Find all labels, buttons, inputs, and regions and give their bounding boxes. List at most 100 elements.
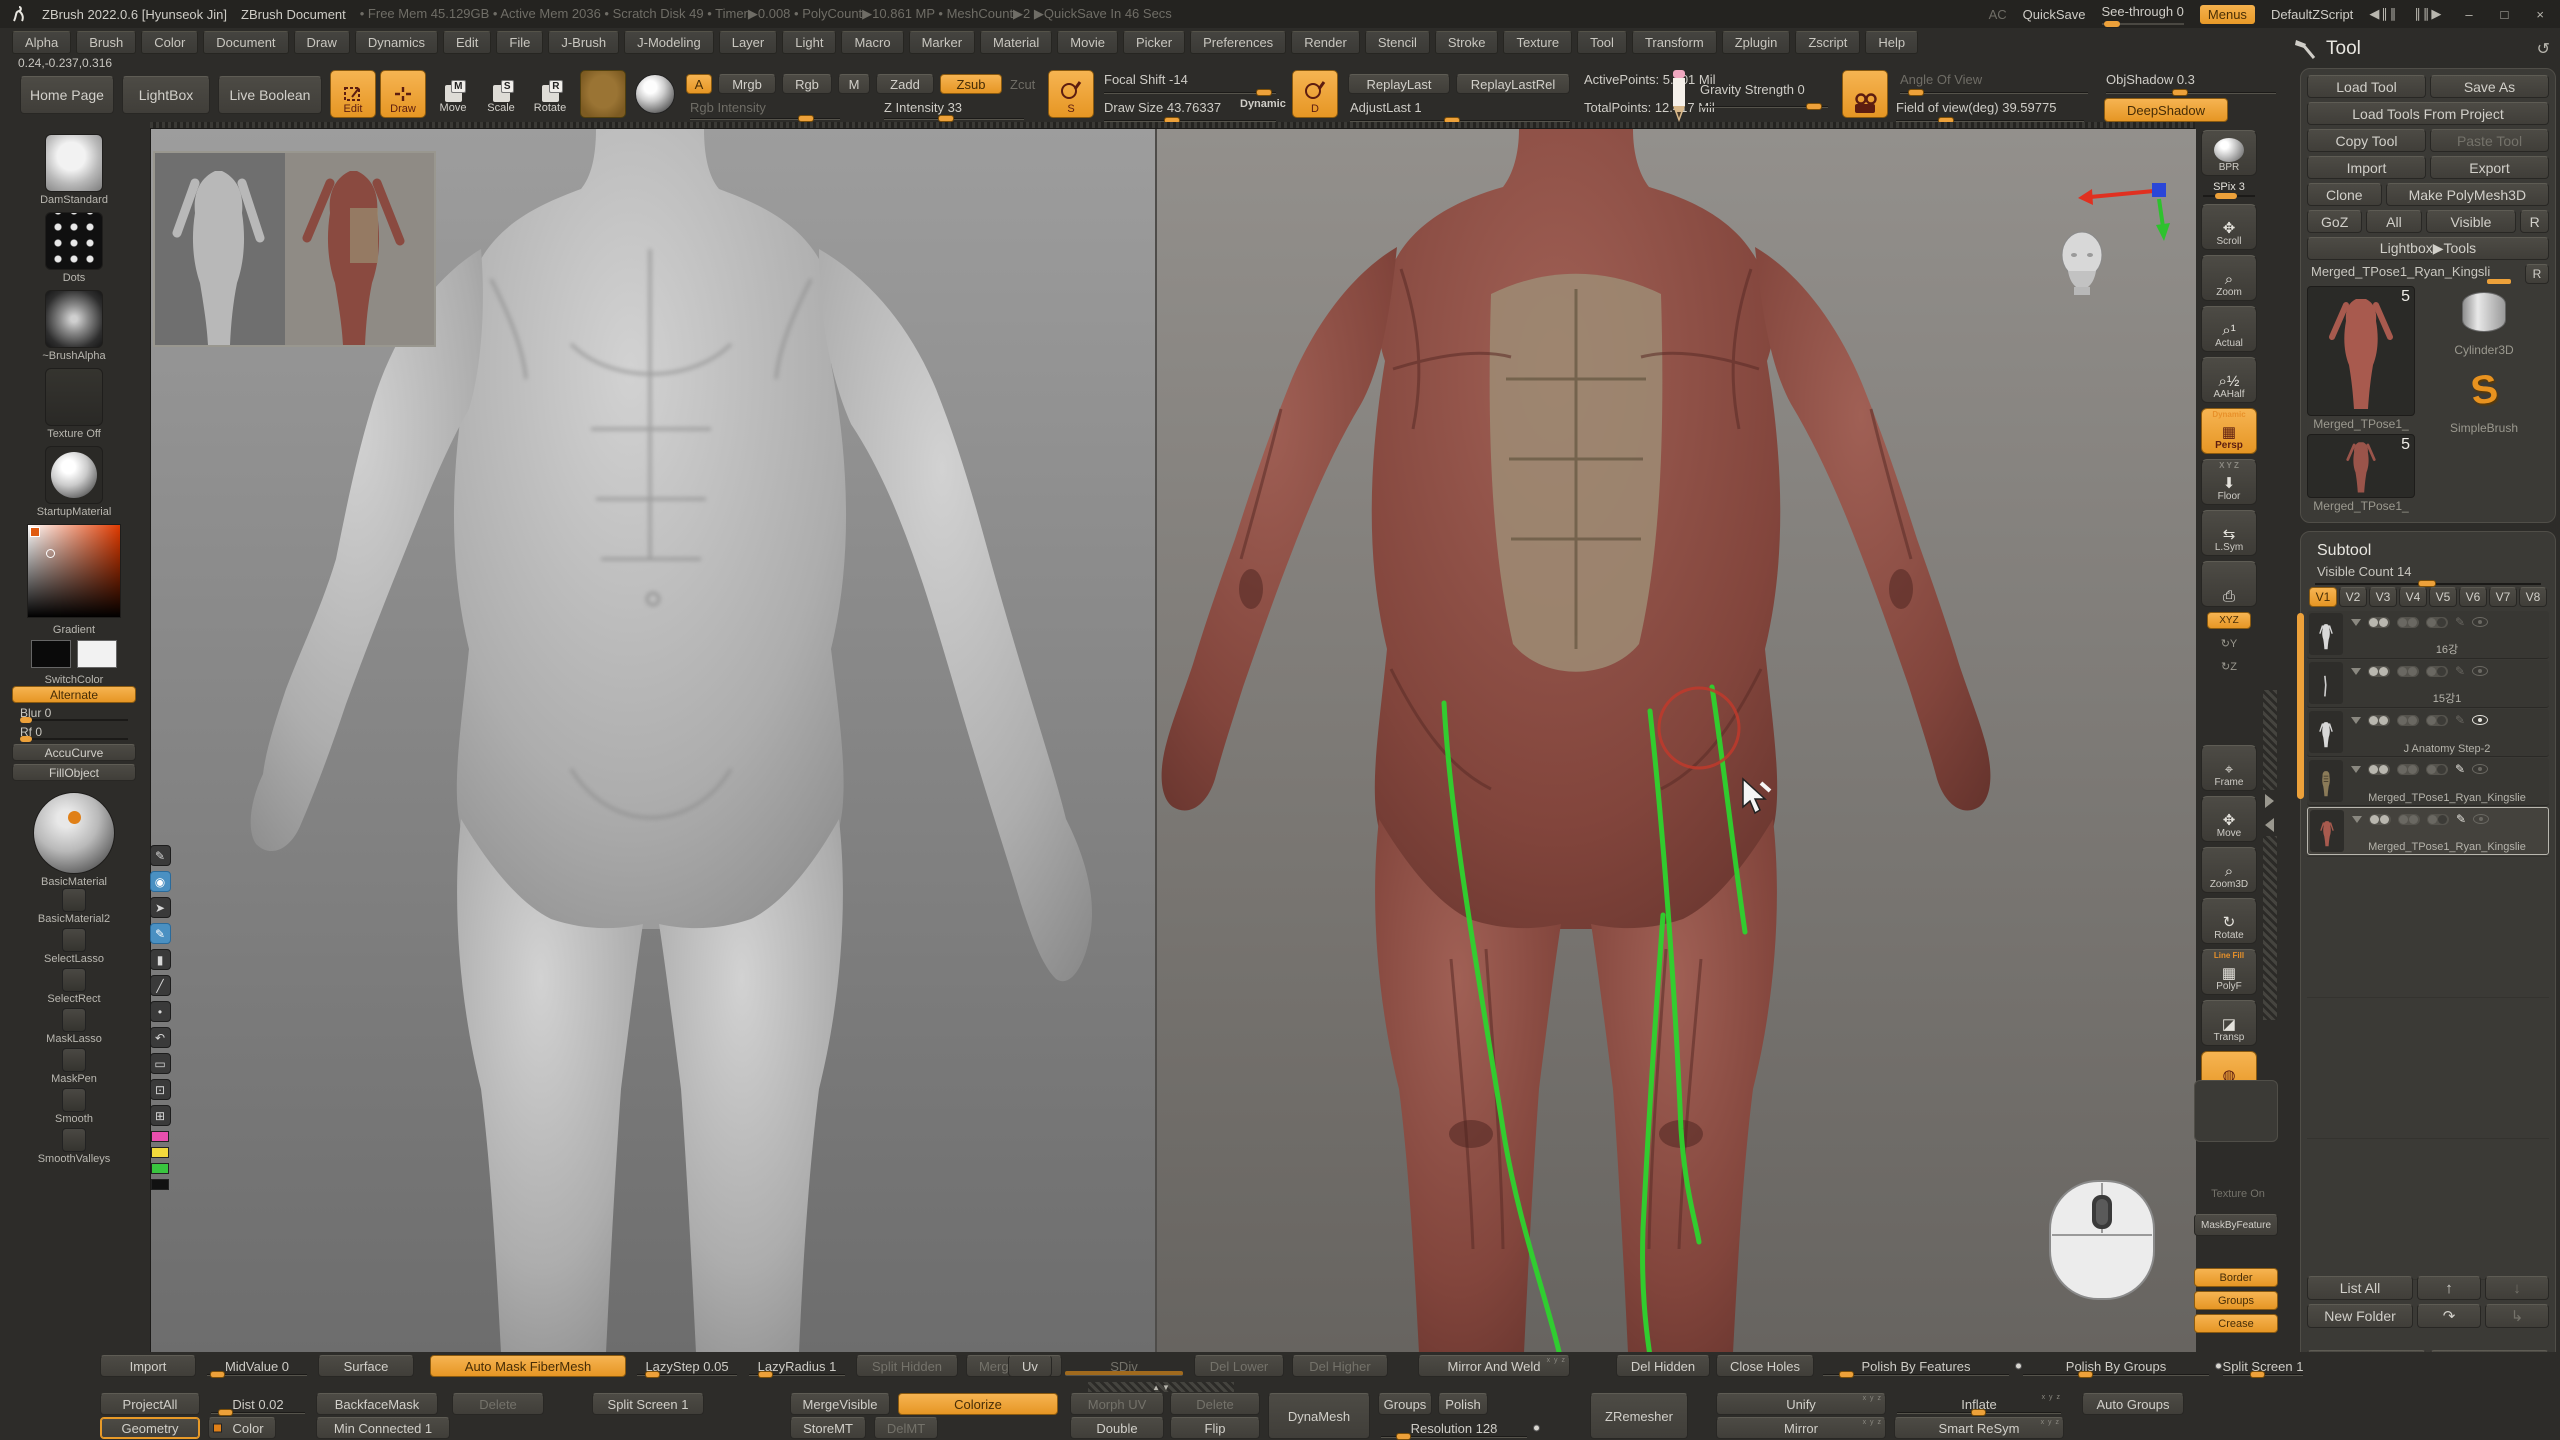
move-button[interactable]: ✥Move — [2201, 796, 2257, 842]
replay-last-rel-button[interactable]: ReplayLastRel — [1456, 74, 1570, 94]
sculpt-viewport[interactable] — [151, 129, 2196, 1353]
visible-count-handle[interactable] — [2418, 580, 2436, 587]
menu-item-material[interactable]: Material — [980, 31, 1052, 54]
subtool-tab-v1[interactable]: V1 — [2309, 587, 2337, 607]
menu-item-zscript[interactable]: Zscript — [1795, 31, 1860, 54]
menu-item-macro[interactable]: Macro — [841, 31, 903, 54]
inflate-slider[interactable]: Inflatex y z — [1894, 1393, 2064, 1415]
draw-mode-button[interactable]: Draw — [380, 70, 426, 118]
colorize-button[interactable]: Colorize — [898, 1393, 1058, 1415]
mini-slot-selectlasso[interactable]: SelectLasso — [44, 928, 104, 965]
window-minimize-button[interactable]: – — [2459, 7, 2478, 22]
shelf-slot-dots[interactable]: Dots — [45, 212, 103, 284]
pen-icon[interactable]: ✎ — [150, 923, 171, 944]
make-polymesh3d-button[interactable]: Make PolyMesh3D — [2386, 183, 2549, 206]
camera-lock-icon-button[interactable]: ⎙ — [2201, 561, 2257, 607]
menu-item-j-modeling[interactable]: J-Modeling — [624, 31, 714, 54]
lightbox-tools-button[interactable]: Lightbox▶Tools — [2307, 237, 2549, 260]
subtool-row-3[interactable]: ✎Merged_TPose1_Ryan_Kingslie — [2307, 758, 2549, 806]
smart-resym-button[interactable]: Smart ReSymx y z — [1894, 1417, 2064, 1439]
menu-item-transform[interactable]: Transform — [1632, 31, 1717, 54]
menu-item-alpha[interactable]: Alpha — [12, 31, 71, 54]
split-screen-1-button[interactable]: Split Screen 1 — [592, 1393, 704, 1415]
del-hidden-button[interactable]: Del Hidden — [1616, 1355, 1710, 1377]
z-intensity-handle[interactable] — [938, 115, 954, 122]
new-folder-button[interactable]: New Folder — [2307, 1304, 2413, 1328]
gravity-strength-slider[interactable]: Gravity Strength 0 — [1700, 82, 1805, 97]
flip-down-icon[interactable] — [2351, 668, 2361, 675]
focal-shift-slider[interactable]: Focal Shift -14 — [1104, 72, 1188, 87]
quicksave-button[interactable]: QuickSave — [2023, 7, 2086, 22]
see-through-slider[interactable]: See-through 0 — [2102, 4, 2184, 25]
load-tool-button[interactable]: Load Tool — [2307, 75, 2426, 98]
r-button[interactable]: R — [2520, 210, 2549, 233]
menu-item-color[interactable]: Color — [141, 31, 198, 54]
blur-0-slider[interactable]: Blur 0 — [12, 706, 136, 722]
menu-item-marker[interactable]: Marker — [909, 31, 975, 54]
goz-button[interactable]: GoZ — [2307, 210, 2362, 233]
groups-button[interactable]: Groups — [1378, 1393, 1432, 1415]
delete-button[interactable]: Delete — [1170, 1393, 1260, 1415]
mirror-button[interactable]: Mirrorx y z — [1716, 1417, 1886, 1439]
zadd-toggle[interactable]: Zadd — [876, 74, 934, 94]
delmt-button[interactable]: DelMT — [874, 1417, 938, 1439]
uv-toggle-icon[interactable] — [2397, 617, 2419, 628]
z-intensity-slider[interactable]: Z Intensity 33 — [884, 100, 962, 115]
rgb-toggle[interactable]: Rgb — [782, 74, 832, 94]
storemt-button[interactable]: StoreMT — [790, 1417, 866, 1439]
lightbox-button[interactable]: LightBox — [122, 76, 210, 114]
aahalf-button[interactable]: ⌕½AAHalf — [2201, 357, 2257, 403]
item-button[interactable]: ↷ — [2417, 1304, 2481, 1328]
menu-item-movie[interactable]: Movie — [1057, 31, 1118, 54]
actual-button[interactable]: ⌕¹Actual — [2201, 306, 2257, 352]
subtool-tab-v6[interactable]: V6 — [2459, 587, 2487, 607]
highlighter-icon[interactable]: ▮ — [150, 949, 171, 970]
secondary-color-swatch[interactable] — [77, 640, 117, 668]
move-mode-button[interactable]: MMove — [432, 76, 474, 116]
rotate-button[interactable]: ↻Rotate — [2201, 898, 2257, 944]
floor-button[interactable]: X Y Z⬇Floor — [2201, 459, 2257, 505]
paste-tool-button[interactable]: Paste Tool — [2430, 129, 2549, 152]
polyf-button[interactable]: Line Fill▦PolyF — [2201, 949, 2257, 995]
copy-tool-button[interactable]: Copy Tool — [2307, 129, 2426, 152]
panel-divider-strip[interactable] — [2263, 690, 2277, 1020]
subtool-scrollbar[interactable] — [2297, 613, 2304, 799]
all-button[interactable]: All — [2366, 210, 2421, 233]
menu-item-zplugin[interactable]: Zplugin — [1722, 31, 1791, 54]
collapse-left-icon[interactable] — [2265, 818, 2274, 832]
menu-item-help[interactable]: Help — [1865, 31, 1918, 54]
gravity-handle[interactable] — [1806, 103, 1822, 110]
color-picker[interactable] — [27, 524, 121, 618]
paint-icon[interactable]: ✎ — [2455, 615, 2465, 629]
frame-button[interactable]: ⌖Frame — [2201, 745, 2257, 791]
mini-slot-basicmaterial2[interactable]: BasicMaterial2 — [38, 888, 110, 925]
groups-button[interactable]: Groups — [2194, 1291, 2278, 1310]
eye-icon[interactable] — [2472, 617, 2488, 627]
menu-item-document[interactable]: Document — [203, 31, 288, 54]
annotation-color-swatch-0[interactable] — [151, 1131, 169, 1142]
basic-material-thumbnail[interactable] — [33, 792, 115, 874]
undo-icon[interactable]: ↶ — [150, 1027, 171, 1048]
angle-of-view-handle[interactable] — [1908, 89, 1924, 96]
obj-shadow-handle[interactable] — [2172, 89, 2188, 96]
polypaint-toggle-icon[interactable] — [2368, 764, 2390, 775]
polypaint-toggle-icon[interactable] — [2368, 617, 2390, 628]
import-button[interactable]: Import — [2307, 156, 2426, 179]
uv-button[interactable]: Uv — [1008, 1355, 1052, 1377]
current-alpha-thumbnail[interactable] — [580, 70, 626, 118]
flip-down-icon[interactable] — [2351, 619, 2361, 626]
polish-by-groups-slider[interactable]: Polish By Groups — [2020, 1355, 2212, 1377]
see-through-handle[interactable] — [2104, 21, 2120, 27]
annotation-color-swatch-2[interactable] — [151, 1163, 169, 1174]
live-boolean-button[interactable]: Live Boolean — [218, 76, 322, 114]
deep-shadow-button[interactable]: DeepShadow — [2104, 98, 2228, 122]
window-maximize-button[interactable]: □ — [2495, 7, 2515, 22]
uv-toggle-icon[interactable] — [2397, 715, 2419, 726]
dist-0-02-slider[interactable]: Dist 0.02 — [208, 1393, 308, 1415]
clone-button[interactable]: Clone — [2307, 183, 2382, 206]
scale-mode-button[interactable]: SScale — [480, 76, 522, 116]
polypaint-toggle-icon[interactable] — [2368, 715, 2390, 726]
gradient-label[interactable]: Gradient — [53, 624, 95, 636]
anchor-toggle[interactable]: A — [686, 74, 712, 94]
menu-item-layer[interactable]: Layer — [719, 31, 778, 54]
